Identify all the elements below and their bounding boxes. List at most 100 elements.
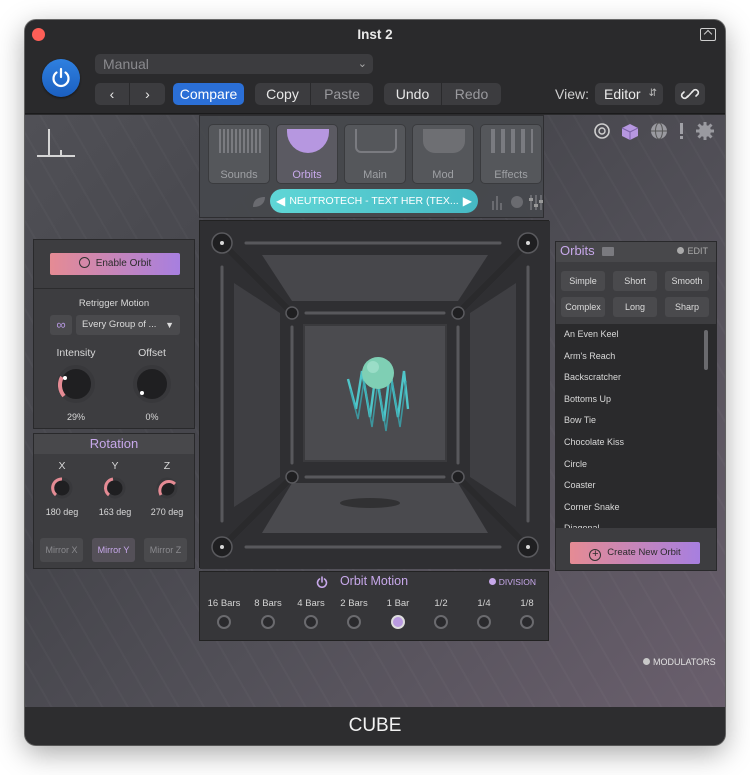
sound-preset-name: NEUTROTECH - TEXT HER (TEX... [289, 195, 459, 207]
tab-main[interactable]: Main [344, 124, 406, 184]
rotation-panel: Rotation X Y Z 180 deg 163 deg 270 deg M… [33, 433, 195, 569]
modulators-dot [643, 658, 650, 665]
filter-smooth[interactable]: Smooth [665, 271, 709, 291]
rotation-y-knob[interactable] [103, 476, 127, 500]
top-icon-bar [594, 122, 714, 140]
step-label: 8 Bars [254, 598, 282, 609]
step-half[interactable]: 1/2 [419, 598, 463, 629]
rotation-y-label: Y [111, 460, 119, 472]
intensity-knob[interactable] [55, 363, 97, 405]
list-item[interactable]: Circle [556, 454, 716, 476]
preset-value: Manual [103, 56, 149, 72]
copy-paste-group: Copy Paste [255, 83, 373, 105]
rotation-z-value: 270 deg [150, 507, 184, 517]
list-item[interactable]: Corner Snake [556, 497, 716, 519]
chevron-left-icon[interactable]: ‹ [95, 83, 130, 105]
gear-icon[interactable] [696, 122, 714, 140]
chevron-right-icon[interactable]: › [130, 83, 165, 105]
mirror-x-button[interactable]: Mirror X [40, 538, 83, 562]
shape-icon[interactable] [511, 196, 523, 208]
tab-effects[interactable]: Effects [480, 124, 542, 184]
list-item[interactable]: Bow Tie [556, 410, 716, 432]
step-4-bars[interactable]: 4 Bars [289, 598, 333, 629]
mirror-y-button[interactable]: Mirror Y [92, 538, 135, 562]
right-arrow-icon[interactable]: ▶ [463, 189, 472, 213]
step-quarter[interactable]: 1/4 [462, 598, 506, 629]
spiral-icon[interactable] [594, 123, 610, 139]
save-icon[interactable] [251, 195, 267, 209]
filter-sharp[interactable]: Sharp [665, 297, 709, 317]
globe-icon[interactable] [651, 122, 667, 140]
sound-tools [492, 195, 543, 210]
filter-short[interactable]: Short [613, 271, 657, 291]
orbit-motion-panel: Orbit Motion DIVISION 16 Bars 8 Bars 4 B… [199, 571, 549, 641]
step-16-bars[interactable]: 16 Bars [202, 598, 246, 629]
enable-orbit-button[interactable]: Enable Orbit [50, 253, 180, 275]
step-2-bars[interactable]: 2 Bars [332, 598, 376, 629]
orbits-browser: Orbits EDIT Simple Short Smooth Complex … [555, 241, 717, 571]
folder-icon[interactable] [602, 247, 614, 256]
link-button[interactable] [675, 83, 705, 105]
infinity-icon[interactable]: ∞ [50, 315, 72, 335]
step-label: 1 Bar [386, 598, 410, 609]
divider [34, 288, 194, 289]
copy-button[interactable]: Copy [255, 83, 311, 105]
rotation-z-label: Z [163, 460, 171, 472]
window-title: Inst 2 [357, 27, 393, 42]
pip-icon[interactable] [700, 28, 716, 41]
sliders-icon[interactable] [529, 195, 543, 210]
filter-long[interactable]: Long [613, 297, 657, 317]
retrigger-dropdown[interactable]: Every Group of ... ▼ [76, 315, 180, 335]
step-8-bars[interactable]: 8 Bars [246, 598, 290, 629]
cube-icon[interactable] [621, 124, 639, 140]
undo-redo-group: Undo Redo [384, 83, 501, 105]
paste-button[interactable]: Paste [311, 83, 373, 105]
division-toggle[interactable]: DIVISION [488, 577, 536, 587]
meters-icon[interactable] [492, 196, 502, 210]
step-eighth[interactable]: 1/8 [505, 598, 549, 629]
modulators-toggle[interactable]: MODULATORS [643, 657, 716, 667]
preset-dropdown[interactable]: Manual ⌄ [95, 54, 373, 74]
cube-visualizer[interactable] [199, 220, 550, 569]
tab-mod[interactable]: Mod [412, 124, 474, 184]
division-dot [488, 578, 496, 585]
filter-complex[interactable]: Complex [561, 297, 605, 317]
modulators-label: MODULATORS [653, 657, 716, 667]
orbit-toggle-icon [78, 257, 90, 268]
filter-simple[interactable]: Simple [561, 271, 605, 291]
sound-preset-selector[interactable]: ◀ NEUTROTECH - TEXT HER (TEX... ▶ [270, 189, 478, 213]
list-item[interactable]: Arm's Reach [556, 346, 716, 368]
mirror-z-button[interactable]: Mirror Z [144, 538, 187, 562]
compare-button[interactable]: Compare [173, 83, 244, 105]
list-item[interactable]: An Even Keel [556, 324, 716, 346]
tab-sounds[interactable]: Sounds [208, 124, 270, 184]
step-dot [520, 615, 534, 629]
list-item[interactable]: Chocolate Kiss [556, 432, 716, 454]
power-button[interactable] [42, 59, 80, 97]
create-orbit-button[interactable]: + Create New Orbit [570, 542, 700, 564]
orbits-art [287, 129, 329, 153]
undo-button[interactable]: Undo [384, 83, 442, 105]
redo-button[interactable]: Redo [442, 83, 501, 105]
orbit-settings-panel: Enable Orbit Retrigger Motion ∞ Every Gr… [33, 239, 195, 429]
list-item[interactable]: Diagonal [556, 518, 716, 528]
list-item[interactable]: Coaster [556, 475, 716, 497]
view-dropdown[interactable]: Editor ⇵ [595, 83, 663, 105]
orbit-list[interactable]: An Even Keel Arm's Reach Backscratcher B… [556, 324, 716, 528]
tab-orbits[interactable]: Orbits [276, 124, 338, 184]
alert-icon[interactable] [680, 123, 683, 139]
rotation-z-knob[interactable] [155, 476, 179, 500]
tab-orbits-label: Orbits [292, 169, 322, 181]
step-1-bar[interactable]: 1 Bar [376, 598, 420, 629]
list-item[interactable]: Bottoms Up [556, 389, 716, 411]
offset-knob[interactable] [131, 363, 173, 405]
rotation-x-knob[interactable] [50, 476, 74, 500]
list-item[interactable]: Backscratcher [556, 367, 716, 389]
triangle-down-icon: ▼ [165, 320, 174, 330]
list-scrollbar[interactable] [704, 330, 708, 370]
edit-button[interactable]: EDIT [677, 246, 708, 256]
step-label: 1/2 [434, 598, 448, 609]
sounds-art [219, 129, 261, 153]
plus-circle-icon: + [589, 549, 602, 561]
left-arrow-icon[interactable]: ◀ [276, 189, 285, 213]
